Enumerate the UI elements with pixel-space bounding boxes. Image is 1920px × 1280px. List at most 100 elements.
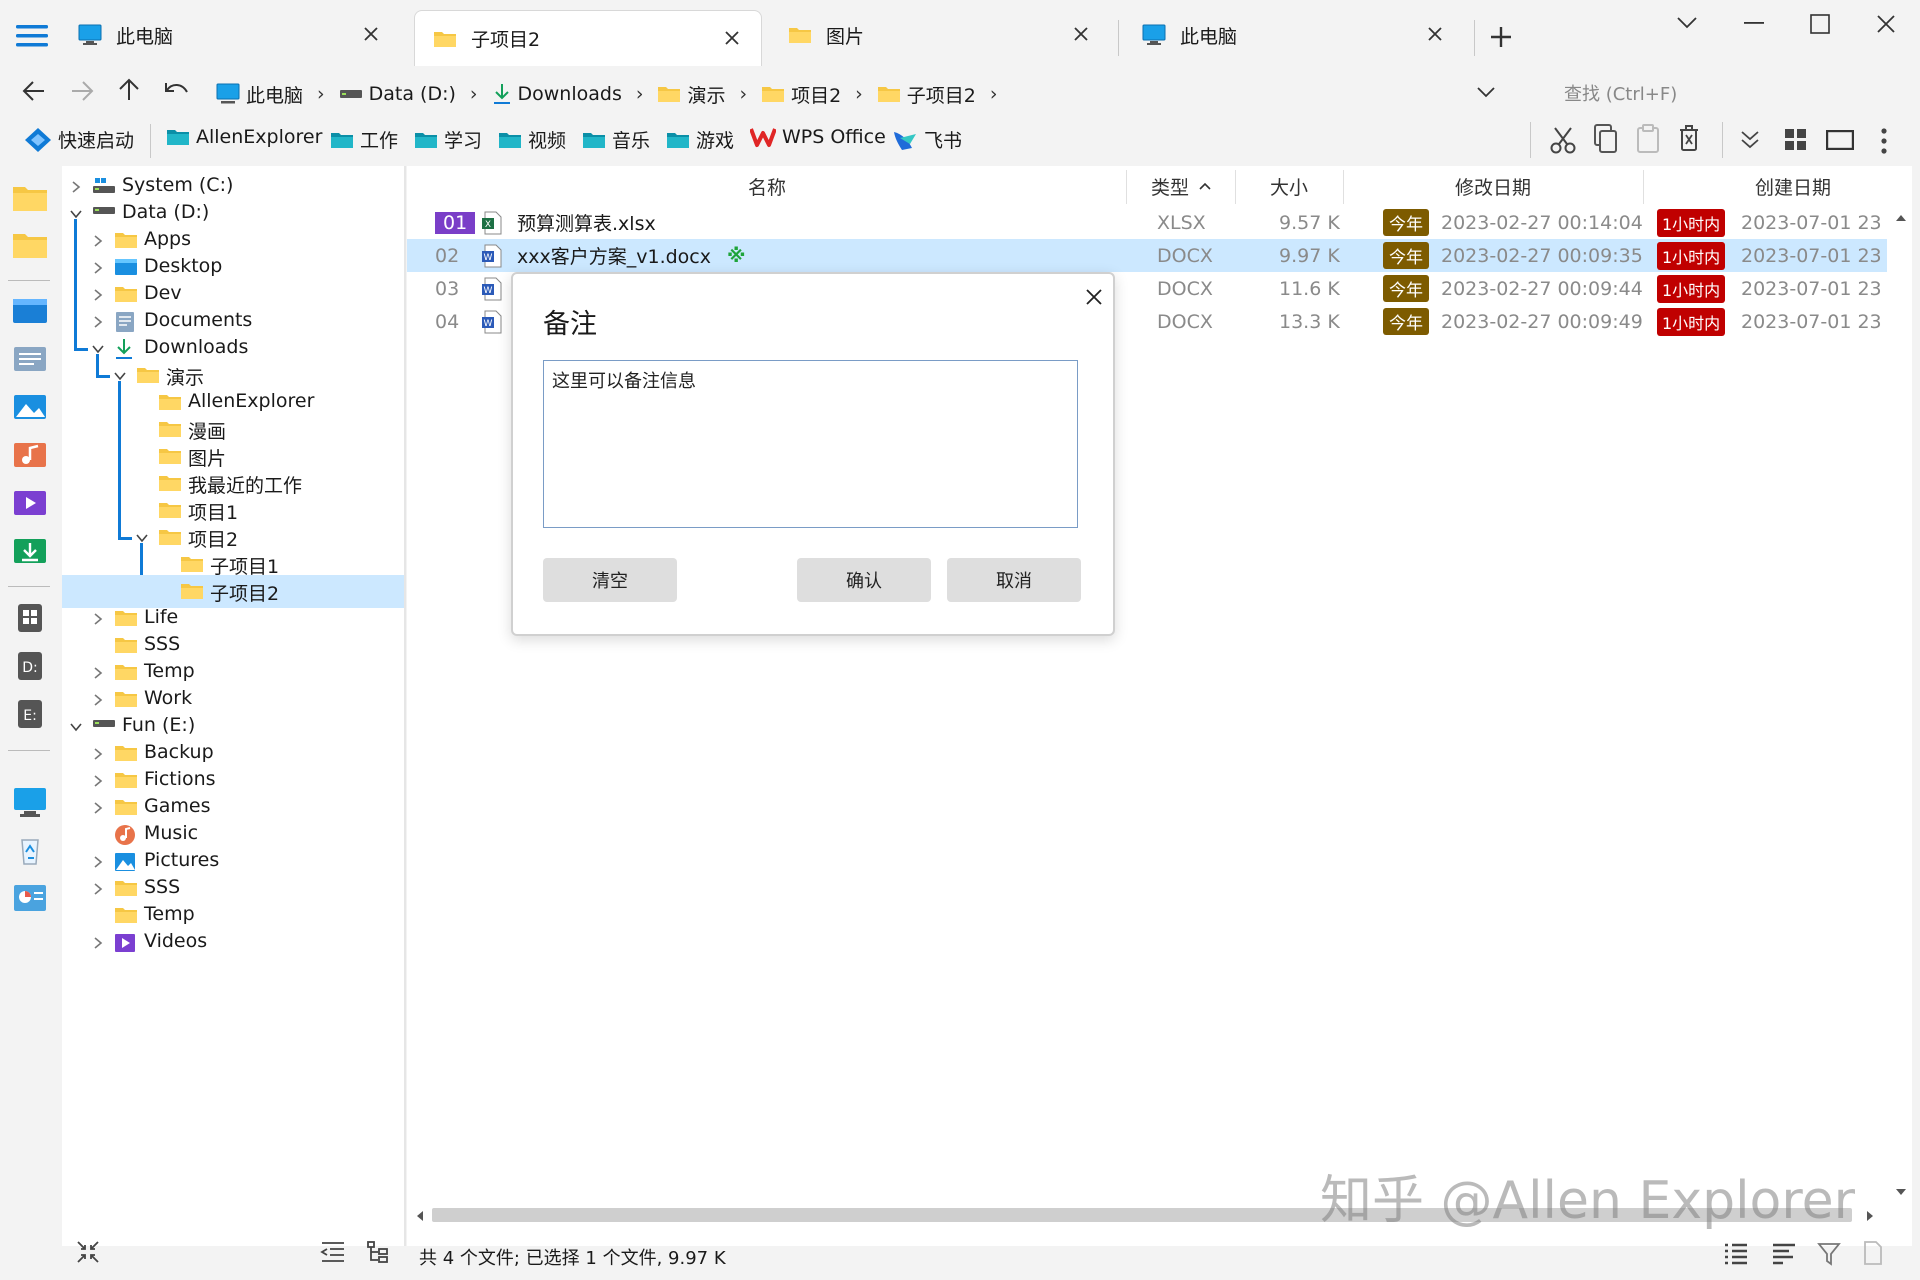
minimize-icon[interactable] — [1744, 22, 1764, 26]
drive-e-icon[interactable]: E: — [12, 698, 48, 730]
quick-item-allenexplorer[interactable]: AllenExplorer — [166, 126, 322, 148]
forward-arrow-icon[interactable] — [70, 80, 94, 102]
close-tab-icon[interactable] — [723, 29, 743, 49]
chevron-right-icon[interactable] — [90, 935, 106, 951]
column-header-type[interactable]: 类型 — [1127, 166, 1235, 206]
quick-item-work[interactable]: 工作 — [330, 126, 398, 153]
cancel-button[interactable]: 取消 — [947, 558, 1081, 602]
cut-icon[interactable] — [1550, 126, 1576, 154]
column-header-modified[interactable]: 修改日期 — [1343, 166, 1643, 206]
chevron-down-icon[interactable] — [112, 368, 128, 384]
close-tab-icon[interactable] — [1426, 25, 1446, 45]
file-name[interactable]: xxx客户方案_v1.docx ※ — [517, 239, 745, 272]
breadcrumb-chevron-icon[interactable]: › — [990, 83, 998, 105]
grid-view-icon[interactable] — [1784, 128, 1808, 152]
this-pc-icon[interactable] — [12, 786, 48, 818]
drive-c-icon[interactable] — [12, 602, 48, 634]
tab-this-pc-2[interactable]: 此电脑 — [1124, 10, 1464, 60]
history-dropdown-chevron-icon[interactable] — [1476, 86, 1496, 98]
chevron-right-icon[interactable] — [90, 881, 106, 897]
scroll-right-arrow-icon[interactable] — [1866, 1210, 1874, 1222]
scroll-left-arrow-icon[interactable] — [416, 1210, 424, 1222]
chevron-right-icon[interactable] — [68, 179, 84, 195]
quick-item-feishu[interactable]: 飞书 — [892, 126, 962, 153]
breadcrumb-demo[interactable]: 演示 — [657, 81, 725, 108]
breadcrumb-downloads[interactable]: Downloads — [492, 83, 622, 105]
new-file-icon[interactable] — [1863, 1240, 1883, 1266]
details-view-icon[interactable] — [1723, 1242, 1749, 1266]
music-icon[interactable] — [12, 440, 48, 472]
paste-icon[interactable] — [1636, 124, 1660, 154]
chevron-right-icon[interactable] — [90, 260, 106, 276]
documents-icon[interactable] — [12, 344, 48, 376]
chevron-down-icon[interactable] — [68, 719, 84, 735]
sort-lines-icon[interactable] — [1771, 1242, 1797, 1266]
column-header-size[interactable]: 大小 — [1235, 166, 1343, 206]
breadcrumb-chevron-icon[interactable]: › — [317, 83, 325, 105]
quick-item-video[interactable]: 视频 — [498, 126, 566, 153]
chevron-right-icon[interactable] — [90, 746, 106, 762]
file-row[interactable]: 01 X 预算测算表.xlsx XLSX 9.57 K 今年 2023-02-27 00:1… — [407, 206, 1887, 239]
breadcrumb-chevron-icon[interactable]: › — [739, 83, 747, 105]
up-arrow-icon[interactable] — [118, 78, 140, 102]
file-name[interactable]: 预算测算表.xlsx — [517, 206, 656, 239]
breadcrumb-chevron-icon[interactable]: › — [855, 83, 863, 105]
confirm-button[interactable]: 确认 — [797, 558, 931, 602]
tree-item[interactable]: Videos — [62, 926, 404, 959]
recycle-bin-icon[interactable] — [12, 834, 48, 866]
download-icon[interactable] — [12, 536, 48, 568]
quick-launch-button[interactable]: 快速启动 — [24, 126, 134, 153]
column-header-name[interactable]: 名称 — [407, 166, 1127, 206]
folder-shortcut-icon[interactable] — [12, 183, 48, 215]
control-panel-icon[interactable] — [12, 882, 48, 914]
pane-splitter[interactable] — [404, 166, 406, 1246]
desktop-icon[interactable] — [12, 296, 48, 328]
dialog-close-icon[interactable] — [1085, 288, 1103, 306]
quick-item-wps-office[interactable]: WPS Office — [750, 126, 886, 148]
chevron-down-icon[interactable] — [134, 530, 150, 546]
chevron-right-icon[interactable] — [90, 233, 106, 249]
back-arrow-icon[interactable] — [22, 80, 46, 102]
delete-icon[interactable] — [1678, 124, 1700, 152]
scroll-up-arrow-icon[interactable] — [1895, 214, 1907, 222]
chevron-right-icon[interactable] — [90, 692, 106, 708]
chevron-right-icon[interactable] — [90, 611, 106, 627]
tab-pictures[interactable]: 图片 — [770, 10, 1110, 60]
breadcrumb-data-d[interactable]: Data (D:) — [339, 83, 456, 105]
note-textarea[interactable]: 这里可以备注信息 — [543, 360, 1078, 528]
chevron-down-icon[interactable] — [90, 341, 106, 357]
tab-this-pc-1[interactable]: 此电脑 — [60, 10, 400, 60]
clear-button[interactable]: 清空 — [543, 558, 677, 602]
breadcrumb-subproject2[interactable]: 子项目2 — [877, 81, 976, 108]
close-tab-icon[interactable] — [1072, 25, 1092, 45]
hamburger-menu-icon[interactable] — [16, 24, 48, 48]
breadcrumb-chevron-icon[interactable]: › — [636, 83, 644, 105]
close-tab-icon[interactable] — [362, 25, 382, 45]
chevron-right-icon[interactable] — [90, 773, 106, 789]
breadcrumb-project2[interactable]: 项目2 — [761, 81, 841, 108]
breadcrumb-this-pc[interactable]: 此电脑 — [216, 81, 303, 108]
drive-d-icon[interactable]: D: — [12, 650, 48, 682]
outdent-icon[interactable] — [320, 1240, 346, 1264]
videos-icon[interactable] — [12, 488, 48, 520]
tab-list-chevron-icon[interactable] — [1676, 16, 1698, 30]
quick-item-music[interactable]: 音乐 — [582, 126, 650, 153]
quick-item-games[interactable]: 游戏 — [666, 126, 734, 153]
breadcrumb-chevron-icon[interactable]: › — [470, 83, 478, 105]
chevron-right-icon[interactable] — [90, 665, 106, 681]
collapse-all-icon[interactable] — [76, 1240, 100, 1264]
more-options-icon[interactable] — [1880, 128, 1888, 154]
new-tab-plus-icon[interactable] — [1490, 26, 1512, 48]
copy-icon[interactable] — [1594, 124, 1618, 154]
maximize-icon[interactable] — [1810, 14, 1830, 34]
quick-item-study[interactable]: 学习 — [414, 126, 482, 153]
chevron-right-icon[interactable] — [90, 854, 106, 870]
close-window-icon[interactable] — [1876, 14, 1896, 34]
scroll-down-arrow-icon[interactable] — [1895, 1188, 1907, 1196]
preview-pane-icon[interactable] — [1826, 130, 1854, 150]
chevron-right-icon[interactable] — [90, 287, 106, 303]
folder-shortcut-icon[interactable] — [12, 230, 48, 262]
pictures-icon[interactable] — [12, 392, 48, 424]
tree-view-icon[interactable] — [366, 1240, 390, 1264]
tab-subproject2[interactable]: 子项目2 — [414, 10, 762, 66]
